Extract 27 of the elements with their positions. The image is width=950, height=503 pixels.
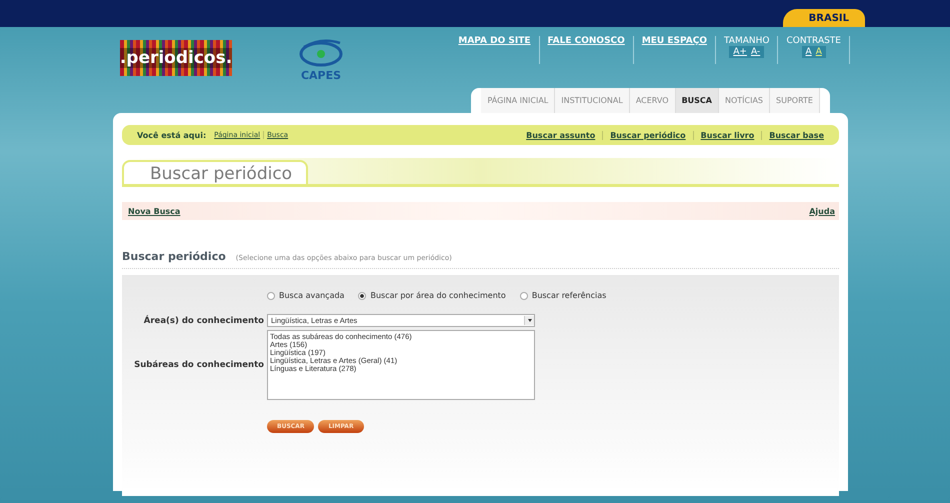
search-type-link[interactable]: Buscar livro [694,130,762,140]
font-size-button[interactable]: A+ [733,47,747,57]
page-title: Buscar periódico [122,160,308,184]
radio-dot[interactable] [520,292,528,300]
caret-icon [528,319,532,322]
contrast-button[interactable]: A [806,47,812,57]
area-label: Área(s) do conhecimento [142,316,265,326]
radio-dot[interactable] [267,292,275,300]
radio-label: Busca avançada [279,291,344,300]
capes-logo-text: CAPES [300,69,342,82]
font-size-button[interactable]: A- [750,47,760,57]
nav-tab[interactable]: BUSCA [676,88,719,113]
search-type-link[interactable]: Buscar assunto [519,130,604,140]
search-type-link[interactable]: Buscar base [762,130,831,140]
help-link[interactable]: Ajuda [805,206,839,216]
search-type-link[interactable]: Buscar periódico [603,130,694,140]
size-label: TAMANHO [724,36,770,46]
contrast-label: CONTRASTE [786,36,841,46]
gov-bar-link[interactable]: BRASIL [782,9,865,27]
new-search-link[interactable]: Nova Busca [124,206,184,216]
capes-logo-icon [298,37,344,69]
radio-dot[interactable] [358,292,366,300]
section-title: Buscar periódico [122,250,226,263]
logo-text: .periodicos. [120,48,232,68]
breadcrumb-label: Você está aqui: [137,130,206,140]
search-mode-radio[interactable]: Busca avançada [267,291,344,300]
subarea-label: Subáreas do conhecimento [133,360,265,370]
